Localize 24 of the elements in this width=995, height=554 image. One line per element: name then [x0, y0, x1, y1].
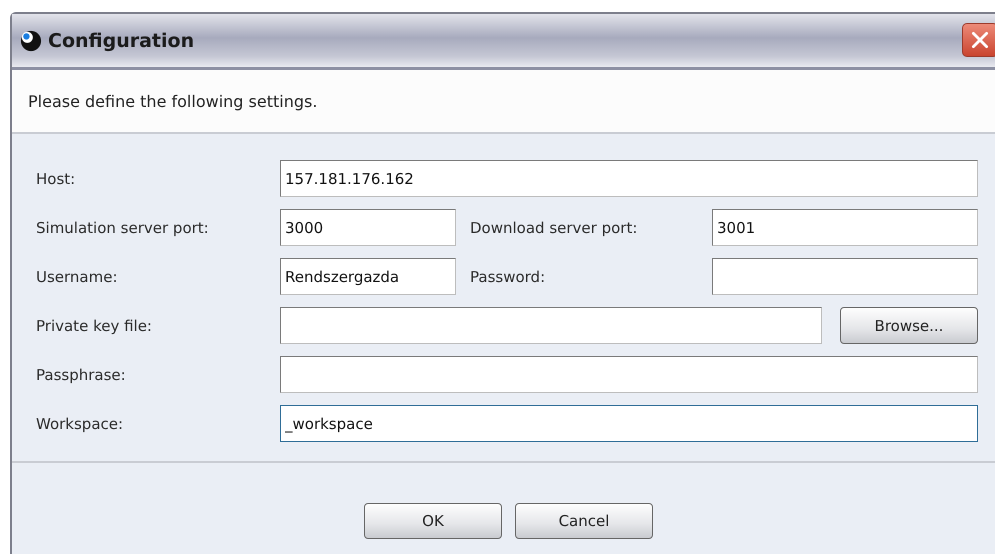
close-icon	[969, 29, 991, 51]
input-field[interactable]: Rendszergazda	[280, 258, 456, 295]
input-field[interactable]: 3001	[712, 209, 978, 246]
field-label: Username:	[36, 268, 119, 286]
browse-button[interactable]: Browse...	[840, 307, 978, 344]
moon-icon	[20, 30, 42, 52]
input-field[interactable]: 3000	[280, 209, 456, 246]
input-field[interactable]	[280, 356, 978, 393]
dialog-button[interactable]: Cancel	[515, 503, 653, 539]
instruction-text: Please define the following settings.	[28, 92, 318, 110]
input-field[interactable]: _workspace	[280, 405, 978, 442]
input-field[interactable]	[280, 307, 822, 344]
dialog-button[interactable]: OK	[364, 503, 502, 539]
field-label: Password:	[469, 268, 546, 286]
field-label: Host:	[36, 170, 76, 188]
field-label: Workspace:	[36, 414, 124, 432]
close-button[interactable]	[962, 23, 995, 57]
input-field[interactable]: 157.181.176.162	[280, 160, 978, 197]
field-label: Simulation server port:	[36, 218, 210, 236]
input-field[interactable]	[712, 258, 978, 295]
field-label: Download server port:	[469, 218, 638, 236]
field-label: Passphrase:	[36, 366, 127, 384]
window-title: Configuration	[48, 30, 194, 52]
field-label: Private key file:	[36, 316, 153, 334]
